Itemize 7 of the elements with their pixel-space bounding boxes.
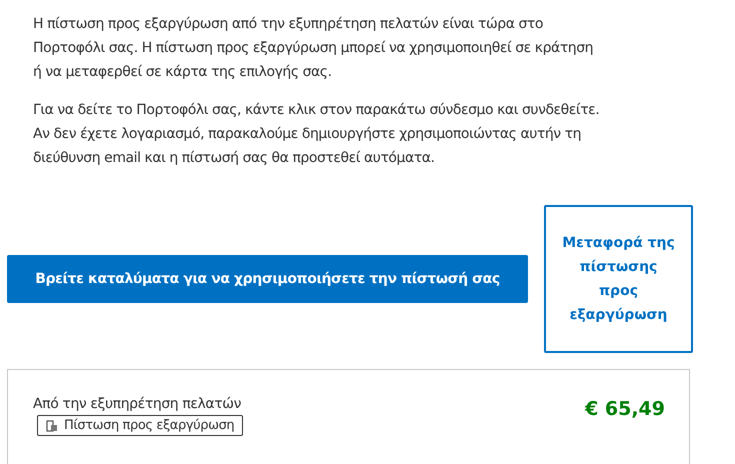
credit-badge: Πίστωση προς εξαργύρωση xyxy=(37,415,244,436)
transfer-credit-button[interactable]: Μεταφορά της πίστωσης προς εξαργύρωση xyxy=(544,205,693,353)
credit-source: Από την εξυπηρέτηση πελατών xyxy=(33,396,242,412)
credit-amount: € 65,49 xyxy=(585,398,665,422)
paragraph: Για να δείτε το Πορτοφόλι σας, κάντε κλικ στον παρακάτω σύνδεσμο και συνδεθείτε. Αν δεν έχετε λογαριασμό, παρακαλούμε δημιουργήστε χρησιμοποιώντας αυτήν τη διεύθυνση email και η πίστωσή σας θα προστεθεί αυτόματα. xyxy=(33,101,600,168)
find-stays-button[interactable]: Βρείτε καταλύματα για να χρησιμοποιήσετε την πίστωσή σας xyxy=(7,255,528,303)
paragraph: Η πίστωση προς εξαργύρωση από την εξυπηρέτηση πελατών είναι τώρα στο Πορτοφόλι σας. Η πίστωση προς εξαργύρωση μπορεί να χρησιμοποιηθεί σε κράτηση ή να μεταφερθεί σε κάρτα της επιλογής σας. xyxy=(33,15,594,82)
